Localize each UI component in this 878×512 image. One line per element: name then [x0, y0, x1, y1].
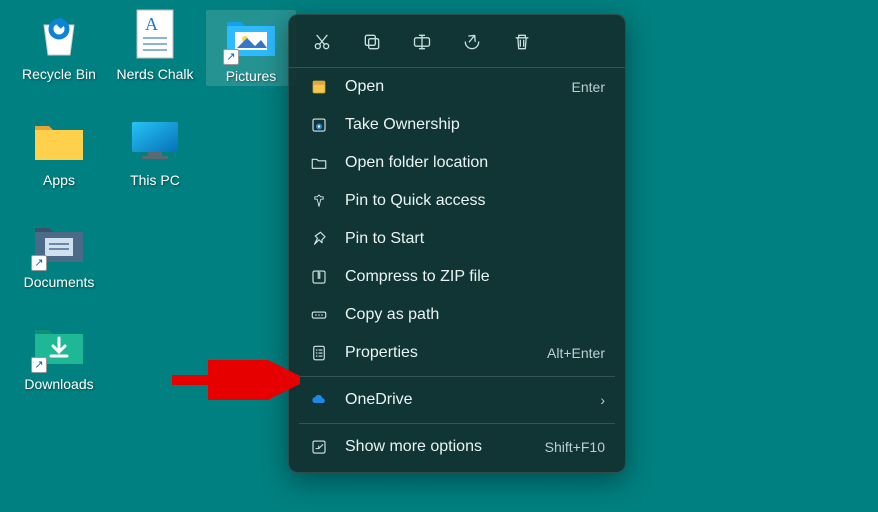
- zip-icon: [309, 267, 329, 287]
- menu-item-take-ownership[interactable]: Take Ownership: [289, 106, 625, 144]
- menu-item-pin-to-start[interactable]: Pin to Start: [289, 220, 625, 258]
- cut-icon[interactable]: [311, 31, 333, 53]
- documents-icon: ↗: [31, 218, 87, 271]
- menu-item-copy-as-path[interactable]: Copy as path: [289, 296, 625, 334]
- desktop-icon-nerds-chalk[interactable]: A Nerds Chalk: [110, 10, 200, 86]
- desktop-icon-pictures[interactable]: ↗ Pictures: [206, 10, 296, 86]
- owner-icon: [309, 115, 329, 135]
- apps-icon: [31, 116, 87, 169]
- open-icon: [309, 77, 329, 97]
- desktop-icon-label: Recycle Bin: [22, 66, 96, 82]
- path-icon: [309, 305, 329, 325]
- delete-icon[interactable]: [511, 31, 533, 53]
- downloads-icon: ↗: [31, 320, 87, 373]
- svg-text:A: A: [145, 14, 158, 34]
- rename-icon[interactable]: [411, 31, 433, 53]
- context-menu: Open Enter Take Ownership Open folder lo…: [288, 14, 626, 473]
- share-icon[interactable]: [461, 31, 483, 53]
- desktop-icon-label: Documents: [24, 274, 95, 290]
- context-menu-toolbar: [289, 15, 625, 68]
- shortcut-overlay-icon: ↗: [31, 255, 47, 271]
- menu-item-label: Properties: [345, 344, 547, 362]
- copy-icon[interactable]: [361, 31, 383, 53]
- menu-separator: [299, 423, 615, 424]
- menu-item-shortcut: Shift+F10: [545, 439, 605, 455]
- menu-item-properties[interactable]: Properties Alt+Enter: [289, 334, 625, 372]
- menu-item-label: OneDrive: [345, 391, 600, 409]
- pin2-icon: [309, 229, 329, 249]
- menu-item-label: Pin to Quick access: [345, 192, 605, 210]
- menu-item-label: Take Ownership: [345, 116, 605, 134]
- menu-item-label: Open folder location: [345, 154, 605, 172]
- menu-item-label: Show more options: [345, 438, 545, 456]
- menu-item-onedrive[interactable]: OneDrive ›: [289, 381, 625, 419]
- annotation-arrow: [170, 360, 300, 400]
- menu-item-label: Compress to ZIP file: [345, 268, 605, 286]
- menu-item-open[interactable]: Open Enter: [289, 68, 625, 106]
- menu-item-show-more-options[interactable]: Show more options Shift+F10: [289, 428, 625, 466]
- props-icon: [309, 343, 329, 363]
- desktop-icon-recycle-bin[interactable]: Recycle Bin: [14, 10, 104, 86]
- folder-icon: [309, 153, 329, 173]
- nerds-chalk-icon: A: [133, 8, 177, 65]
- menu-item-shortcut: Enter: [572, 79, 605, 95]
- pin-icon: [309, 191, 329, 211]
- desktop-icon-label: Apps: [43, 172, 75, 188]
- menu-item-compress-to-zip-file[interactable]: Compress to ZIP file: [289, 258, 625, 296]
- more-icon: [309, 437, 329, 457]
- recycle-bin-icon: [34, 9, 84, 64]
- pictures-icon: ↗: [223, 12, 279, 65]
- menu-item-label: Open: [345, 78, 572, 96]
- menu-separator: [299, 376, 615, 377]
- desktop-icon-label: Downloads: [24, 376, 93, 392]
- chevron-right-icon: ›: [600, 392, 605, 408]
- menu-item-shortcut: Alt+Enter: [547, 345, 605, 361]
- onedrive-icon: [309, 390, 329, 410]
- desktop-icon-this-pc[interactable]: This PC: [110, 116, 200, 188]
- shortcut-overlay-icon: ↗: [31, 357, 47, 373]
- desktop-icon-label: This PC: [130, 172, 180, 188]
- desktop-icon-documents[interactable]: ↗ Documents: [14, 218, 104, 290]
- menu-item-open-folder-location[interactable]: Open folder location: [289, 144, 625, 182]
- desktop-icon-apps[interactable]: Apps: [14, 116, 104, 188]
- menu-item-label: Copy as path: [345, 306, 605, 324]
- shortcut-overlay-icon: ↗: [223, 49, 239, 65]
- this-pc-icon: [128, 116, 182, 169]
- desktop-icon-label: Pictures: [226, 68, 277, 84]
- menu-item-label: Pin to Start: [345, 230, 605, 248]
- menu-item-pin-to-quick-access[interactable]: Pin to Quick access: [289, 182, 625, 220]
- desktop-icon-downloads[interactable]: ↗ Downloads: [14, 320, 104, 392]
- desktop-icon-label: Nerds Chalk: [116, 66, 193, 82]
